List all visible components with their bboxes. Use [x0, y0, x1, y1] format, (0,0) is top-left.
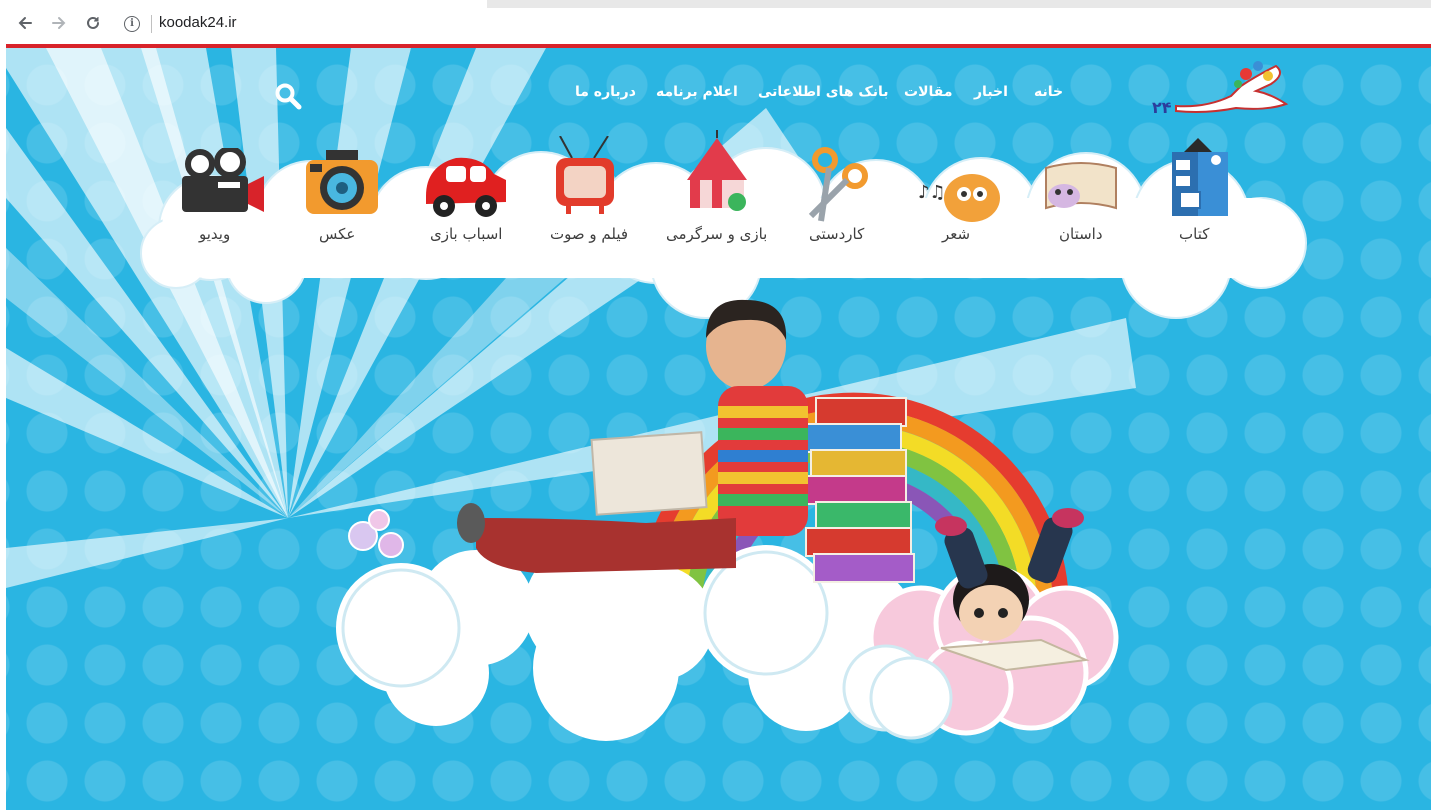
category-label-film-audio[interactable]: فیلم و صوت — [550, 225, 628, 243]
category-label-craft[interactable]: کاردستی — [809, 225, 864, 243]
reload-icon — [87, 16, 99, 29]
photo-category-icon[interactable] — [304, 146, 380, 222]
active-tab[interactable] — [0, 0, 255, 6]
category-label-poem[interactable]: شعر — [942, 225, 970, 243]
logo-number: ۲۴ — [1152, 98, 1172, 117]
browser-toolbar: i koodak24.ir — [0, 0, 1431, 44]
url-divider — [151, 15, 152, 33]
nav-news[interactable]: اخبار — [974, 84, 1008, 100]
poem-category-icon[interactable]: ♪♫ — [912, 168, 1007, 228]
category-label-book[interactable]: کتاب — [1179, 225, 1209, 243]
book-stack-illustration — [800, 397, 915, 583]
toys-category-icon[interactable] — [420, 148, 510, 224]
svg-text:♪♫: ♪♫ — [918, 182, 946, 203]
boy-illustration — [457, 299, 808, 573]
address-bar-url[interactable]: koodak24.ir — [159, 14, 237, 31]
nav-about-us[interactable]: درباره ما — [575, 84, 636, 100]
film-audio-category-icon[interactable] — [552, 135, 618, 224]
koodak24-logo[interactable]: ۲۴ — [1146, 56, 1291, 120]
info-icon[interactable]: i — [124, 16, 140, 32]
nav-databases[interactable]: بانک های اطلاعاتی — [758, 84, 889, 100]
book-category-icon[interactable] — [1168, 130, 1234, 226]
category-label-games[interactable]: بازی و سرگرمی — [666, 225, 767, 243]
craft-category-icon[interactable] — [801, 146, 871, 230]
category-label-video[interactable]: ویدیو — [199, 225, 230, 243]
girl-illustration — [935, 508, 1090, 672]
search-button[interactable] — [274, 82, 304, 112]
nav-articles[interactable]: مقالات — [904, 84, 953, 100]
video-category-icon[interactable] — [178, 146, 268, 222]
arrow-left-icon — [18, 17, 32, 29]
category-label-photo[interactable]: عکس — [319, 225, 355, 243]
forward-button[interactable] — [48, 14, 70, 36]
category-label-story[interactable]: داستان — [1059, 225, 1103, 243]
page-canvas: ۲۴ خانه اخبار مقالات بانک های اطلاعاتی ا… — [6, 48, 1431, 810]
reload-button[interactable] — [82, 14, 104, 36]
tab-strip-background — [487, 0, 1431, 8]
arrow-right-icon — [52, 17, 66, 29]
story-category-icon[interactable] — [1036, 158, 1126, 222]
category-label-toys[interactable]: اسباب بازی — [430, 225, 502, 243]
back-button[interactable] — [14, 14, 36, 36]
tab-strip — [0, 0, 1431, 8]
nav-home[interactable]: خانه — [1034, 84, 1063, 100]
search-icon — [275, 83, 302, 110]
nav-program-announcement[interactable]: اعلام برنامه — [656, 84, 738, 100]
games-category-icon[interactable] — [682, 130, 752, 222]
